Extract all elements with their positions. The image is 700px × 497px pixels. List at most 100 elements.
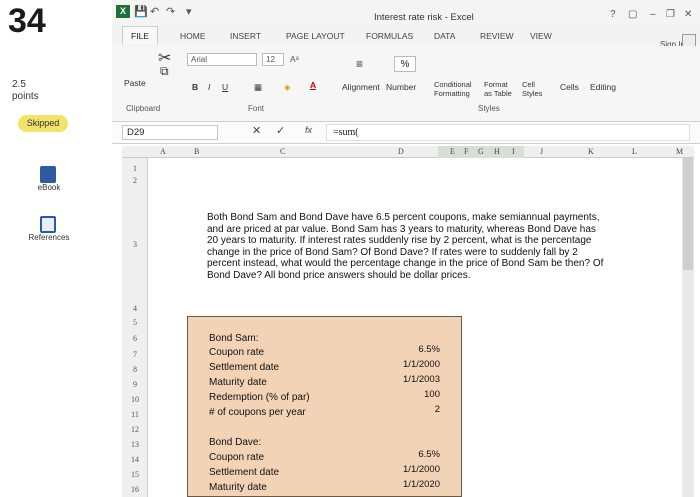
- param-value[interactable]: 1/1/2020: [352, 479, 440, 490]
- row-header[interactable]: 1: [124, 164, 146, 173]
- tab-data[interactable]: DATA: [434, 31, 455, 41]
- points-label: 2.5 points: [12, 79, 39, 102]
- restore-icon[interactable]: ❐: [666, 9, 675, 20]
- column-header[interactable]: H: [494, 147, 500, 156]
- param-label: Coupon rate: [209, 347, 265, 358]
- row-header[interactable]: 11: [124, 410, 146, 419]
- paste-button[interactable]: Paste: [124, 78, 146, 88]
- column-header[interactable]: E: [450, 147, 455, 156]
- bold-button[interactable]: B: [192, 82, 198, 92]
- row-header[interactable]: 16: [124, 485, 146, 494]
- alignment-button[interactable]: Alignment: [342, 82, 380, 92]
- percent-style-button[interactable]: %: [394, 56, 416, 72]
- row-header[interactable]: 6: [124, 334, 146, 343]
- references-icon[interactable]: [40, 216, 56, 233]
- bond-sam-heading: Bond Sam:: [209, 333, 259, 344]
- minimize-icon[interactable]: –: [650, 9, 656, 20]
- scrollbar-thumb[interactable]: [683, 158, 693, 270]
- tab-insert[interactable]: INSERT: [230, 31, 261, 41]
- row-header[interactable]: 5: [124, 318, 146, 327]
- font-name-select[interactable]: Arial: [187, 53, 257, 66]
- column-header[interactable]: G: [478, 147, 484, 156]
- row-header[interactable]: 12: [124, 425, 146, 434]
- param-label: Maturity date: [209, 377, 267, 388]
- borders-icon[interactable]: ▦: [254, 82, 262, 93]
- param-value[interactable]: 1/1/2003: [352, 374, 440, 385]
- row-header[interactable]: 8: [124, 365, 146, 374]
- row-header[interactable]: 7: [124, 350, 146, 359]
- font-group-label: Font: [248, 104, 265, 113]
- tab-review[interactable]: REVIEW: [480, 31, 514, 41]
- row-header[interactable]: 2: [124, 176, 146, 185]
- column-header[interactable]: K: [588, 147, 594, 156]
- tab-home[interactable]: HOME: [180, 31, 206, 41]
- skipped-badge: Skipped: [18, 115, 68, 132]
- column-header[interactable]: C: [280, 147, 285, 156]
- fill-color-icon[interactable]: ◈: [284, 82, 291, 93]
- insert-function-button[interactable]: fx: [305, 125, 312, 135]
- tab-formulas[interactable]: FORMULAS: [366, 31, 413, 41]
- param-label: Settlement date: [209, 362, 280, 373]
- column-header[interactable]: A: [160, 147, 166, 156]
- column-header[interactable]: M: [676, 147, 683, 156]
- ebook-link[interactable]: eBook: [26, 183, 72, 192]
- param-value[interactable]: 6.5%: [352, 449, 440, 460]
- excel-logo-icon: X: [116, 5, 130, 18]
- cancel-icon[interactable]: ✕: [252, 124, 261, 137]
- row-header[interactable]: 3: [124, 240, 146, 249]
- param-value[interactable]: 2: [352, 404, 440, 415]
- cells-button[interactable]: Cells: [560, 82, 579, 92]
- save-icon[interactable]: 💾: [134, 5, 148, 18]
- format-as-table-button[interactable]: Format as Table: [484, 80, 514, 98]
- underline-button[interactable]: U: [222, 82, 228, 92]
- column-header[interactable]: L: [632, 147, 637, 156]
- redo-icon[interactable]: ↷: [166, 5, 175, 18]
- conditional-formatting-button[interactable]: Conditional Formatting: [434, 80, 484, 98]
- question-number: 34: [8, 2, 46, 40]
- bond-dave-heading: Bond Dave:: [209, 437, 262, 448]
- clipboard-group-label: Clipboard: [126, 104, 161, 113]
- row-header[interactable]: 9: [124, 380, 146, 389]
- editing-button[interactable]: Editing: [590, 82, 616, 92]
- param-label: Settlement date: [209, 467, 280, 478]
- param-value[interactable]: 100: [352, 389, 440, 400]
- italic-button[interactable]: I: [208, 82, 210, 92]
- help-icon[interactable]: ?: [610, 9, 616, 20]
- param-value[interactable]: 6.5%: [352, 344, 440, 355]
- tab-page-layout[interactable]: PAGE LAYOUT: [286, 31, 345, 41]
- references-link[interactable]: References: [18, 233, 80, 242]
- font-size-select[interactable]: 12: [262, 53, 284, 66]
- param-value[interactable]: 1/1/2000: [352, 464, 440, 475]
- column-header[interactable]: F: [464, 147, 468, 156]
- cell-styles-button[interactable]: Cell Styles: [522, 80, 546, 98]
- copy-icon[interactable]: ⧉: [160, 64, 169, 79]
- font-color-icon[interactable]: A: [310, 80, 316, 90]
- row-header[interactable]: 14: [124, 455, 146, 464]
- grow-font-icon[interactable]: Aᵃ: [290, 54, 299, 64]
- number-button[interactable]: Number: [386, 82, 416, 92]
- tab-view[interactable]: VIEW: [530, 31, 552, 41]
- row-header[interactable]: 15: [124, 470, 146, 479]
- column-header[interactable]: B: [194, 147, 199, 156]
- row-header[interactable]: 13: [124, 440, 146, 449]
- column-header[interactable]: J: [540, 147, 543, 156]
- close-icon[interactable]: ✕: [684, 9, 692, 20]
- undo-icon[interactable]: ↶: [150, 5, 159, 18]
- problem-text: Both Bond Sam and Bond Dave have 6.5 per…: [207, 212, 604, 281]
- column-header[interactable]: I: [512, 147, 515, 156]
- formula-input[interactable]: =sum(: [326, 124, 690, 141]
- row-header[interactable]: 10: [124, 395, 146, 404]
- row-header[interactable]: 4: [124, 304, 146, 313]
- book-icon[interactable]: [40, 166, 56, 183]
- name-box[interactable]: D29: [122, 125, 218, 140]
- ribbon-display-icon[interactable]: ▢: [628, 9, 637, 20]
- param-value[interactable]: 1/1/2000: [352, 359, 440, 370]
- window-title: Interest rate risk - Excel: [374, 12, 474, 23]
- align-icon[interactable]: ≡: [356, 57, 363, 71]
- param-label: Coupon rate: [209, 452, 265, 463]
- column-header[interactable]: D: [398, 147, 404, 156]
- tab-file[interactable]: FILE: [122, 26, 158, 44]
- enter-icon[interactable]: ✓: [276, 124, 285, 137]
- param-label: # of coupons per year: [209, 407, 306, 418]
- customize-toolbar-icon[interactable]: ▾: [186, 5, 192, 18]
